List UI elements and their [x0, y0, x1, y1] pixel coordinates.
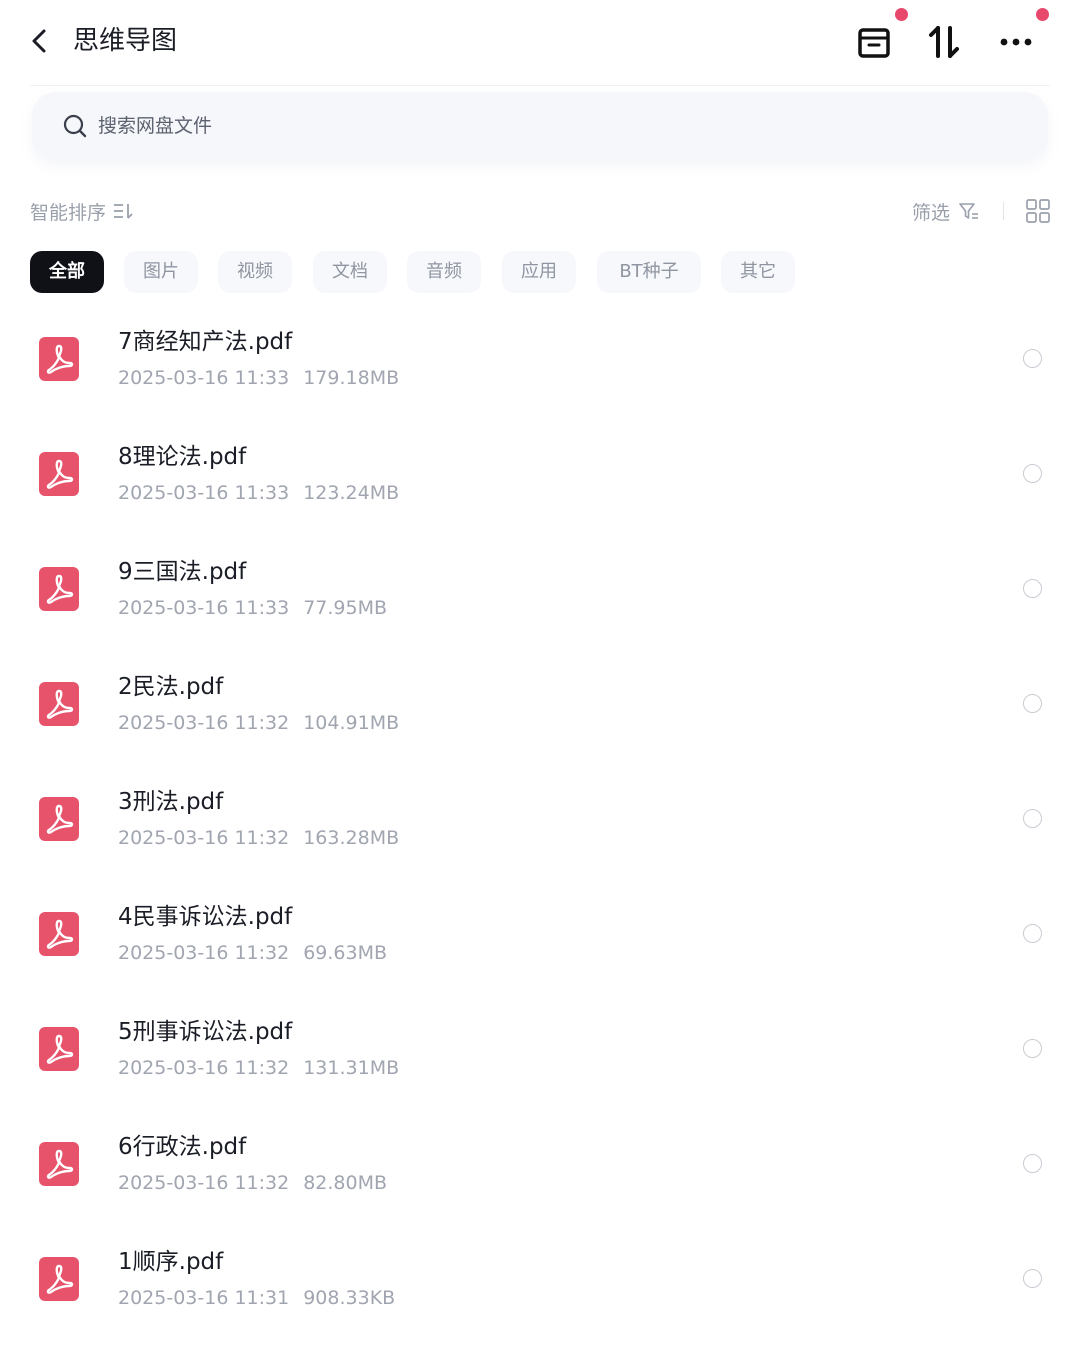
select-radio[interactable] — [1023, 1269, 1042, 1288]
file-meta: 2025-03-16 11:32 69.63MB — [118, 939, 387, 967]
file-name: 8理论法.pdf — [118, 444, 247, 470]
file-date: 2025-03-16 11:33 — [118, 597, 290, 619]
notification-badge — [1036, 8, 1049, 21]
sort-order-icon — [114, 204, 133, 219]
file-name: 9三国法.pdf — [118, 559, 247, 585]
sort-arrows-icon[interactable] — [922, 20, 966, 64]
file-date: 2025-03-16 11:32 — [118, 1057, 290, 1079]
file-size: 69.63MB — [303, 942, 388, 964]
sort-label: 智能排序 — [30, 201, 107, 224]
more-dots-icon[interactable] — [994, 20, 1038, 64]
file-size: 131.31MB — [303, 1057, 400, 1079]
notification-badge — [895, 8, 908, 21]
file-meta: 2025-03-16 11:32 131.31MB — [118, 1054, 399, 1082]
filter-label: 筛选 — [911, 201, 950, 224]
file-meta: 2025-03-16 11:31 908.33KB — [118, 1284, 395, 1312]
file-name: 4民事诉讼法.pdf — [118, 904, 293, 930]
file-name: 6行政法.pdf — [118, 1134, 247, 1160]
file-meta: 2025-03-16 11:33 77.95MB — [118, 594, 387, 622]
select-radio[interactable] — [1023, 464, 1042, 483]
pdf-file-icon — [39, 682, 79, 726]
tab-apps[interactable]: 应用 — [502, 251, 576, 293]
search-input[interactable]: 搜索网盘文件 — [32, 92, 1048, 160]
pdf-file-icon — [39, 1027, 79, 1071]
file-size: 179.18MB — [303, 367, 400, 389]
tab-bt-torrents[interactable]: BT种子 — [597, 251, 701, 293]
file-size: 77.95MB — [303, 597, 388, 619]
file-date: 2025-03-16 11:32 — [118, 942, 290, 964]
pdf-file-icon — [39, 337, 79, 381]
file-size: 104.91MB — [303, 712, 400, 734]
header-bar: 思维导图 — [0, 0, 1080, 84]
select-radio[interactable] — [1023, 349, 1042, 368]
file-meta: 2025-03-16 11:33 123.24MB — [118, 479, 399, 507]
tab-audio[interactable]: 音频 — [407, 251, 481, 293]
file-date: 2025-03-16 11:33 — [118, 482, 290, 504]
file-date: 2025-03-16 11:31 — [118, 1287, 290, 1309]
tab-documents[interactable]: 文档 — [313, 251, 387, 293]
file-meta: 2025-03-16 11:32 163.28MB — [118, 824, 399, 852]
file-row[interactable]: 5刑事诉讼法.pdf 2025-03-16 11:32 131.31MB — [0, 990, 1080, 1105]
archive-box-icon[interactable] — [852, 20, 896, 64]
select-radio[interactable] — [1023, 579, 1042, 598]
page-title: 思维导图 — [73, 26, 178, 56]
file-row[interactable]: 9三国法.pdf 2025-03-16 11:33 77.95MB — [0, 530, 1080, 645]
file-row[interactable]: 8理论法.pdf 2025-03-16 11:33 123.24MB — [0, 415, 1080, 530]
file-row[interactable]: 3刑法.pdf 2025-03-16 11:32 163.28MB — [0, 760, 1080, 875]
select-radio[interactable] — [1023, 809, 1042, 828]
file-meta: 2025-03-16 11:32 104.91MB — [118, 709, 399, 737]
tab-others[interactable]: 其它 — [721, 251, 795, 293]
file-date: 2025-03-16 11:32 — [118, 1172, 290, 1194]
toolbar-divider — [1003, 202, 1004, 220]
tab-images[interactable]: 图片 — [124, 251, 198, 293]
search-icon — [63, 114, 87, 138]
grid-view-icon[interactable] — [1025, 198, 1051, 224]
select-radio[interactable] — [1023, 924, 1042, 943]
tab-videos[interactable]: 视频 — [218, 251, 292, 293]
file-row[interactable]: 6行政法.pdf 2025-03-16 11:32 82.80MB — [0, 1105, 1080, 1220]
select-radio[interactable] — [1023, 1039, 1042, 1058]
pdf-file-icon — [39, 1142, 79, 1186]
tab-all[interactable]: 全部 — [30, 251, 104, 293]
pdf-file-icon — [39, 1257, 79, 1301]
file-date: 2025-03-16 11:32 — [118, 827, 290, 849]
pdf-file-icon — [39, 912, 79, 956]
file-size: 82.80MB — [303, 1172, 388, 1194]
file-name: 3刑法.pdf — [118, 789, 224, 815]
filter-button[interactable]: 筛选 — [912, 196, 980, 226]
select-radio[interactable] — [1023, 1154, 1042, 1173]
file-date: 2025-03-16 11:33 — [118, 367, 290, 389]
file-size: 908.33KB — [303, 1287, 396, 1309]
select-radio[interactable] — [1023, 694, 1042, 713]
sort-button[interactable]: 智能排序 — [30, 196, 134, 226]
file-name: 1顺序.pdf — [118, 1249, 224, 1275]
file-name: 2民法.pdf — [118, 674, 224, 700]
search-placeholder: 搜索网盘文件 — [98, 115, 213, 137]
file-row[interactable]: 7商经知产法.pdf 2025-03-16 11:33 179.18MB — [0, 300, 1080, 415]
file-name: 7商经知产法.pdf — [118, 329, 293, 355]
header-divider — [30, 85, 1050, 86]
filter-funnel-icon — [959, 203, 978, 219]
file-date: 2025-03-16 11:32 — [118, 712, 290, 734]
file-meta: 2025-03-16 11:33 179.18MB — [118, 364, 399, 392]
file-row[interactable]: 2民法.pdf 2025-03-16 11:32 104.91MB — [0, 645, 1080, 760]
back-arrow-icon[interactable] — [24, 22, 56, 60]
file-size: 163.28MB — [303, 827, 400, 849]
pdf-file-icon — [39, 452, 79, 496]
file-row[interactable]: 1顺序.pdf 2025-03-16 11:31 908.33KB — [0, 1220, 1080, 1335]
pdf-file-icon — [39, 797, 79, 841]
file-name: 5刑事诉讼法.pdf — [118, 1019, 293, 1045]
file-size: 123.24MB — [303, 482, 400, 504]
pdf-file-icon — [39, 567, 79, 611]
file-meta: 2025-03-16 11:32 82.80MB — [118, 1169, 387, 1197]
file-row[interactable]: 4民事诉讼法.pdf 2025-03-16 11:32 69.63MB — [0, 875, 1080, 990]
